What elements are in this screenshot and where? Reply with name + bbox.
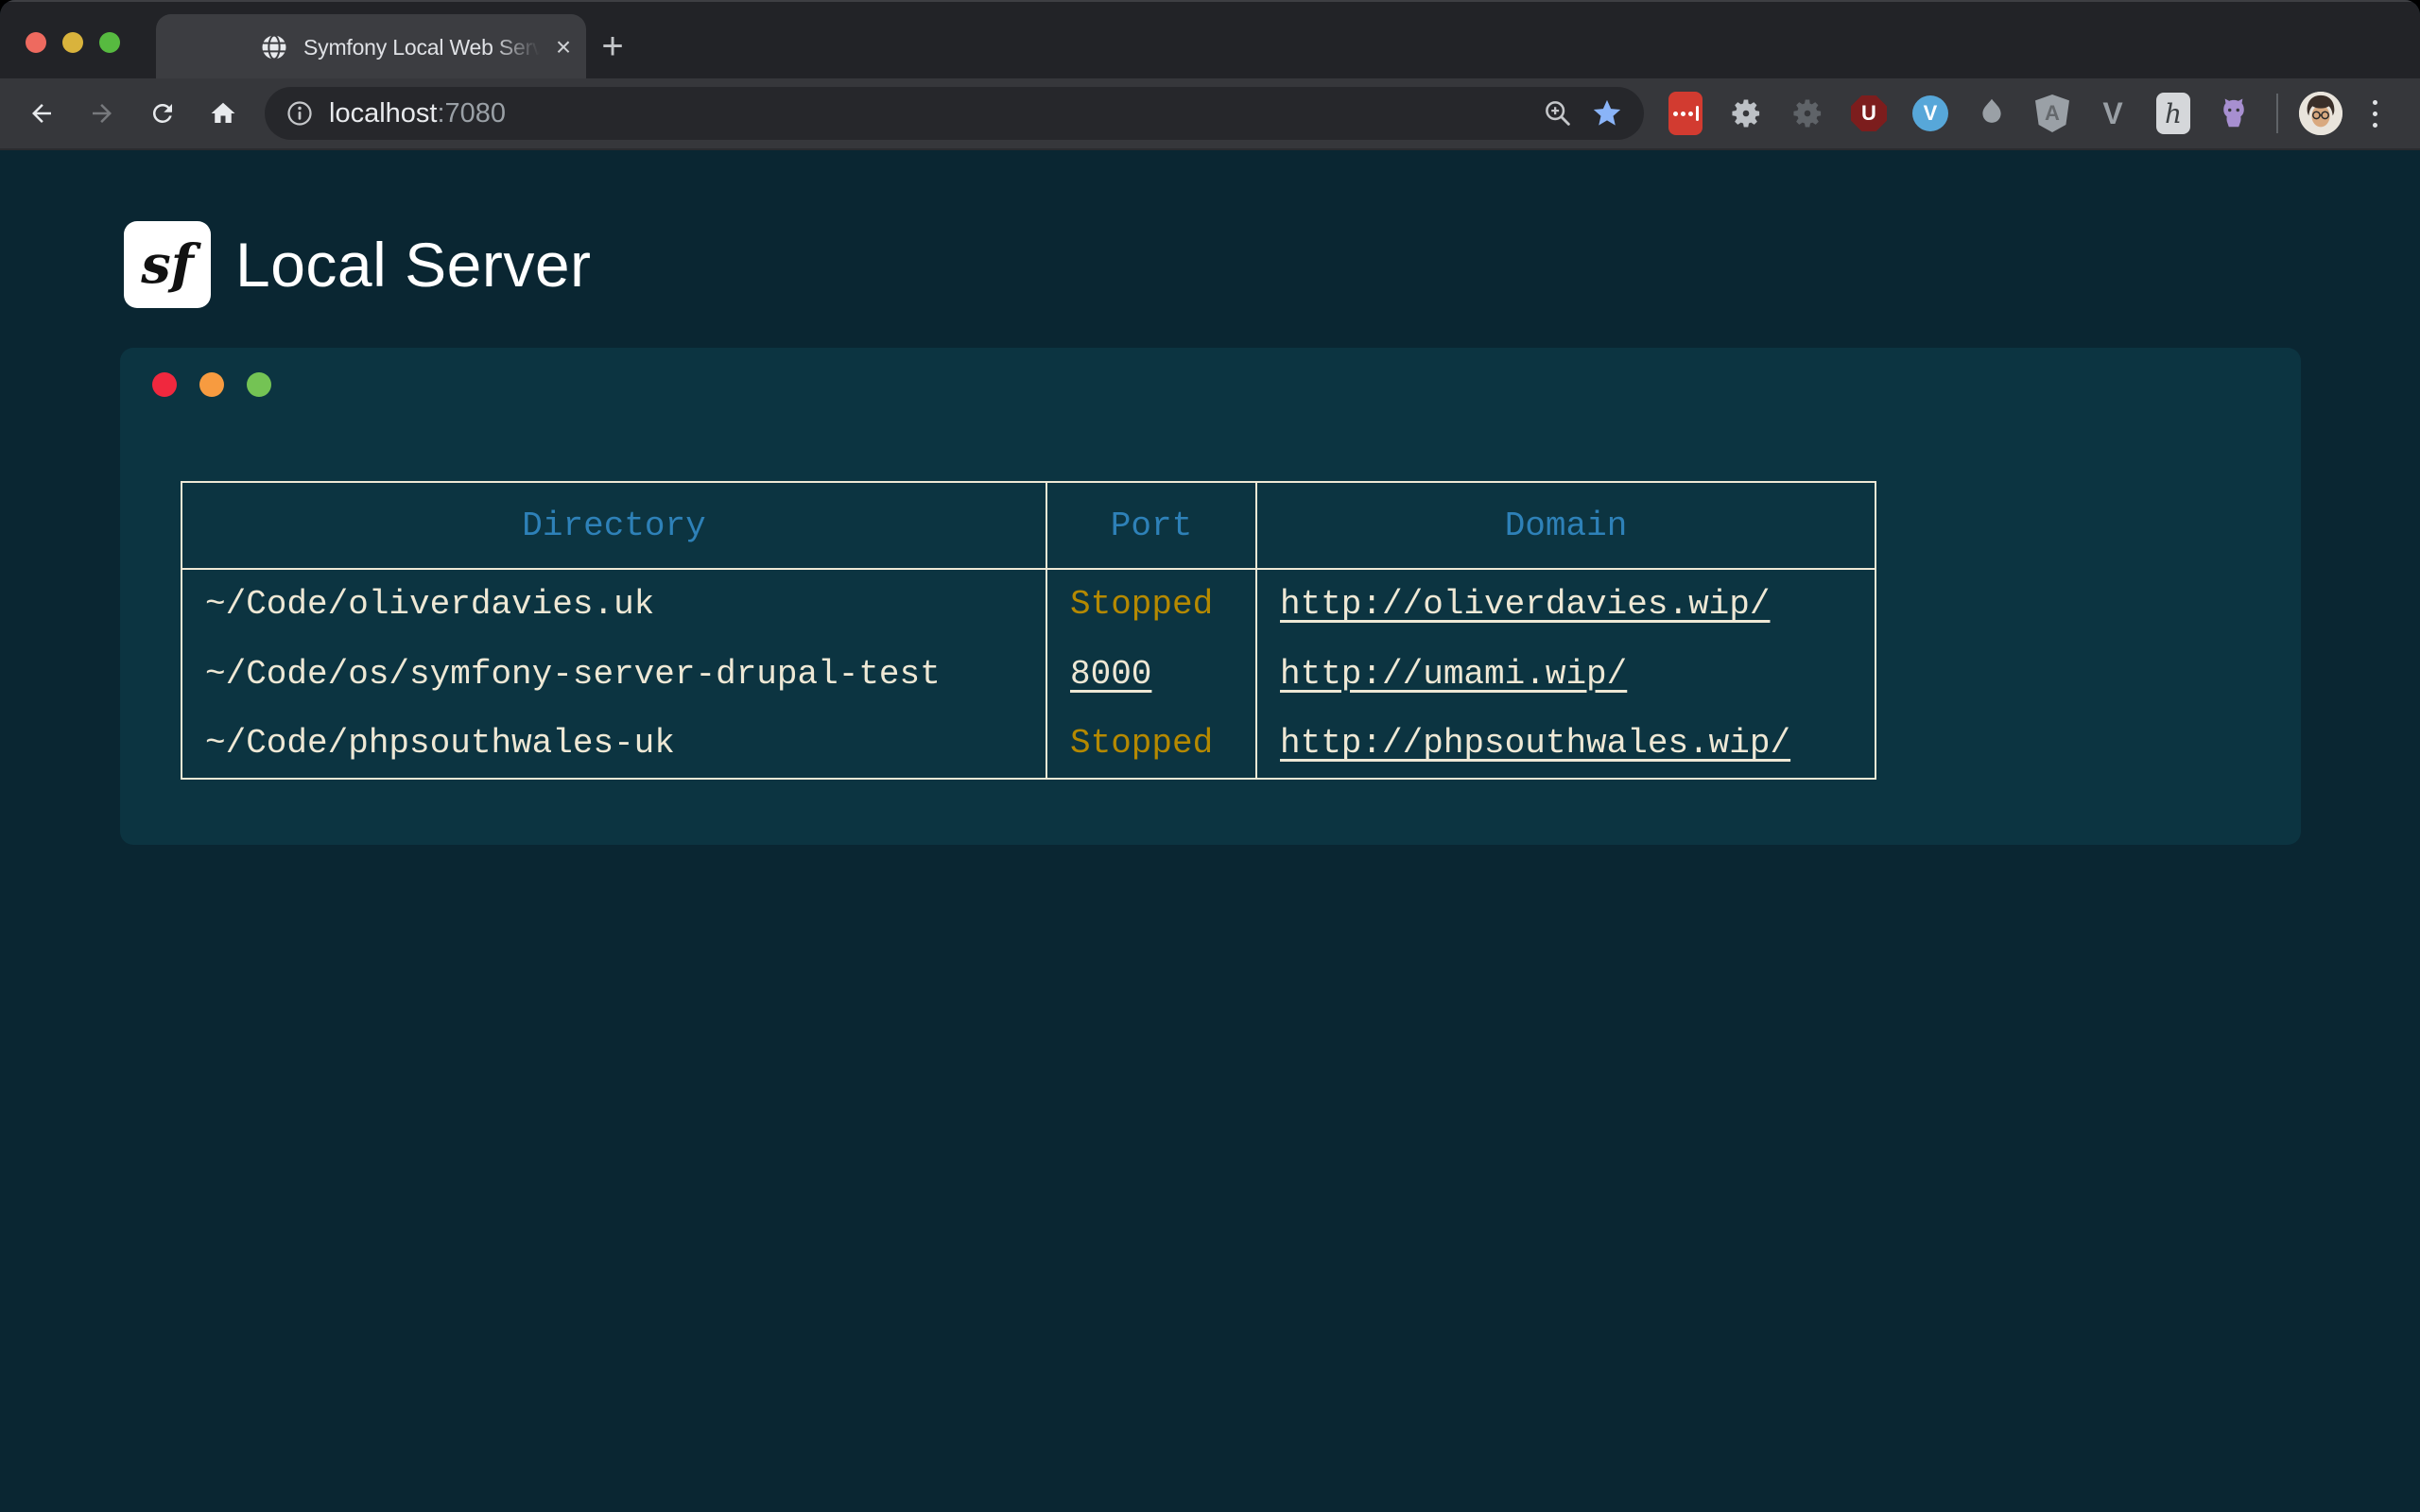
gear-extension-icon[interactable] xyxy=(1728,95,1764,131)
site-info-icon[interactable] xyxy=(285,99,314,128)
port-cell: 8000 xyxy=(1046,639,1256,709)
table-header-row: Directory Port Domain xyxy=(182,482,1876,569)
extensions-row: U V A V h xyxy=(1668,92,2252,135)
h-extension-icon[interactable]: h xyxy=(2156,93,2190,134)
angular-extension-icon[interactable]: A xyxy=(2035,94,2069,132)
vimium-extension-icon[interactable]: V xyxy=(1912,95,1948,131)
toolbar-separator xyxy=(2276,94,2278,133)
url-port: :7080 xyxy=(437,98,506,129)
profile-avatar[interactable] xyxy=(2299,92,2342,135)
tab-strip: Symfony Local Web Server: Prox × + xyxy=(0,0,2420,78)
url-text: localhost:7080 xyxy=(329,98,506,129)
panel-green-dot xyxy=(247,372,271,397)
octocat-extension-icon[interactable] xyxy=(2216,95,2252,131)
server-panel: Directory Port Domain ~/Code/oliverdavie… xyxy=(120,348,2301,845)
table-row: ~/Code/phpsouthwales-uk Stopped http://p… xyxy=(182,709,1876,779)
domain-link[interactable]: http://umami.wip/ xyxy=(1280,655,1627,694)
browser-toolbar: localhost:7080 U V xyxy=(0,78,2420,150)
domain-link[interactable]: http://oliverdavies.wip/ xyxy=(1280,585,1770,624)
port-link[interactable]: 8000 xyxy=(1070,655,1151,694)
page-content: sf Local Server Directory Port Domain xyxy=(0,150,2420,1510)
address-bar[interactable]: localhost:7080 xyxy=(265,87,1644,140)
directory-cell: ~/Code/os/symfony-server-drupal-test xyxy=(182,639,1046,709)
column-header-domain: Domain xyxy=(1256,482,1876,569)
port-cell: Stopped xyxy=(1046,569,1256,639)
drupal-extension-icon[interactable] xyxy=(1974,95,2010,131)
browser-menu-button[interactable] xyxy=(2365,93,2385,135)
tab-title: Symfony Local Web Server: Prox xyxy=(303,35,544,60)
back-button[interactable] xyxy=(23,94,60,132)
status-stopped-label: Stopped xyxy=(1070,585,1213,624)
window-close-button[interactable] xyxy=(26,32,46,53)
url-host: localhost xyxy=(329,98,437,129)
domain-cell: http://oliverdavies.wip/ xyxy=(1256,569,1876,639)
status-stopped-label: Stopped xyxy=(1070,724,1213,763)
table-row: ~/Code/oliverdavies.uk Stopped http://ol… xyxy=(182,569,1876,639)
vue-devtools-extension-icon[interactable]: V xyxy=(2095,95,2131,131)
directory-cell: ~/Code/oliverdavies.uk xyxy=(182,569,1046,639)
window-minimize-button[interactable] xyxy=(62,32,83,53)
symfony-logo: sf xyxy=(124,221,211,308)
panel-red-dot xyxy=(152,372,177,397)
domain-link[interactable]: http://phpsouthwales.wip/ xyxy=(1280,724,1790,763)
lastpass-extension-icon[interactable] xyxy=(1668,92,1703,135)
brand-header: sf Local Server xyxy=(124,221,592,308)
home-button[interactable] xyxy=(204,94,242,132)
port-cell: Stopped xyxy=(1046,709,1256,779)
bookmark-star-icon[interactable] xyxy=(1591,97,1623,129)
forward-button[interactable] xyxy=(83,94,121,132)
browser-window: Symfony Local Web Server: Prox × + local… xyxy=(0,0,2420,1512)
column-header-directory: Directory xyxy=(182,482,1046,569)
dark-gear-extension-icon[interactable] xyxy=(1789,95,1825,131)
window-zoom-button[interactable] xyxy=(99,32,120,53)
domain-cell: http://phpsouthwales.wip/ xyxy=(1256,709,1876,779)
panel-orange-dot xyxy=(199,372,224,397)
column-header-port: Port xyxy=(1046,482,1256,569)
zoom-icon[interactable] xyxy=(1542,97,1574,129)
ublock-origin-extension-icon[interactable]: U xyxy=(1851,95,1887,131)
table-row: ~/Code/os/symfony-server-drupal-test 800… xyxy=(182,639,1876,709)
servers-table: Directory Port Domain ~/Code/oliverdavie… xyxy=(181,481,1876,780)
tab-close-icon[interactable]: × xyxy=(546,30,580,64)
globe-favicon-icon xyxy=(260,33,288,61)
new-tab-button[interactable]: + xyxy=(591,25,634,68)
reload-button[interactable] xyxy=(144,94,182,132)
directory-cell: ~/Code/phpsouthwales-uk xyxy=(182,709,1046,779)
browser-tab[interactable]: Symfony Local Web Server: Prox × xyxy=(156,14,586,80)
page-title: Local Server xyxy=(235,229,592,301)
domain-cell: http://umami.wip/ xyxy=(1256,639,1876,709)
panel-traffic-lights xyxy=(152,372,271,397)
window-controls xyxy=(26,32,120,53)
